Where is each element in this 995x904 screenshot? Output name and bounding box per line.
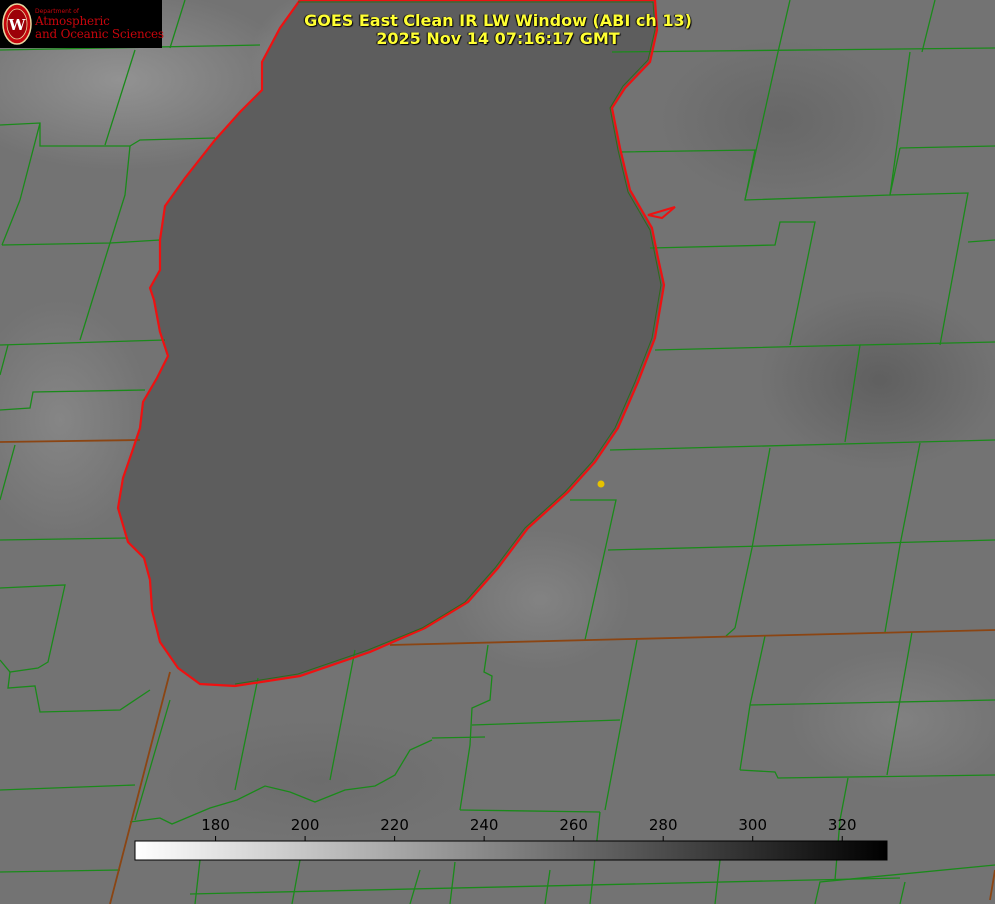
- colorbar-tick-label: 320: [828, 816, 857, 834]
- colorbar-tick-label: 200: [291, 816, 320, 834]
- colorbar-tick-label: 180: [201, 816, 230, 834]
- seal-letter: W: [8, 16, 27, 34]
- station-marker: [597, 480, 605, 488]
- uw-seal-icon: W: [2, 3, 32, 45]
- dark-cloud-area: [660, 40, 900, 200]
- colorbar-tick-label: 240: [470, 816, 499, 834]
- logo-name-line1: Atmospheric: [35, 14, 110, 28]
- colorbar-tick-label: 220: [380, 816, 409, 834]
- colorbar-gradient: [134, 840, 888, 861]
- satellite-map: 180 200 220 240 260 280 300 320: [0, 0, 995, 904]
- image-timestamp: 2025 Nov 14 07:16:17 GMT: [376, 29, 620, 48]
- colorbar-tick-label: 280: [649, 816, 678, 834]
- aos-logo: W Department of Atmospheric and Oceanic …: [0, 0, 164, 48]
- colorbar-tick-label: 300: [738, 816, 767, 834]
- product-title: GOES East Clean IR LW Window (ABI ch 13): [304, 11, 692, 30]
- colorbar-tick-label: 260: [559, 816, 588, 834]
- logo-name-line2: and Oceanic Sciences: [35, 27, 164, 41]
